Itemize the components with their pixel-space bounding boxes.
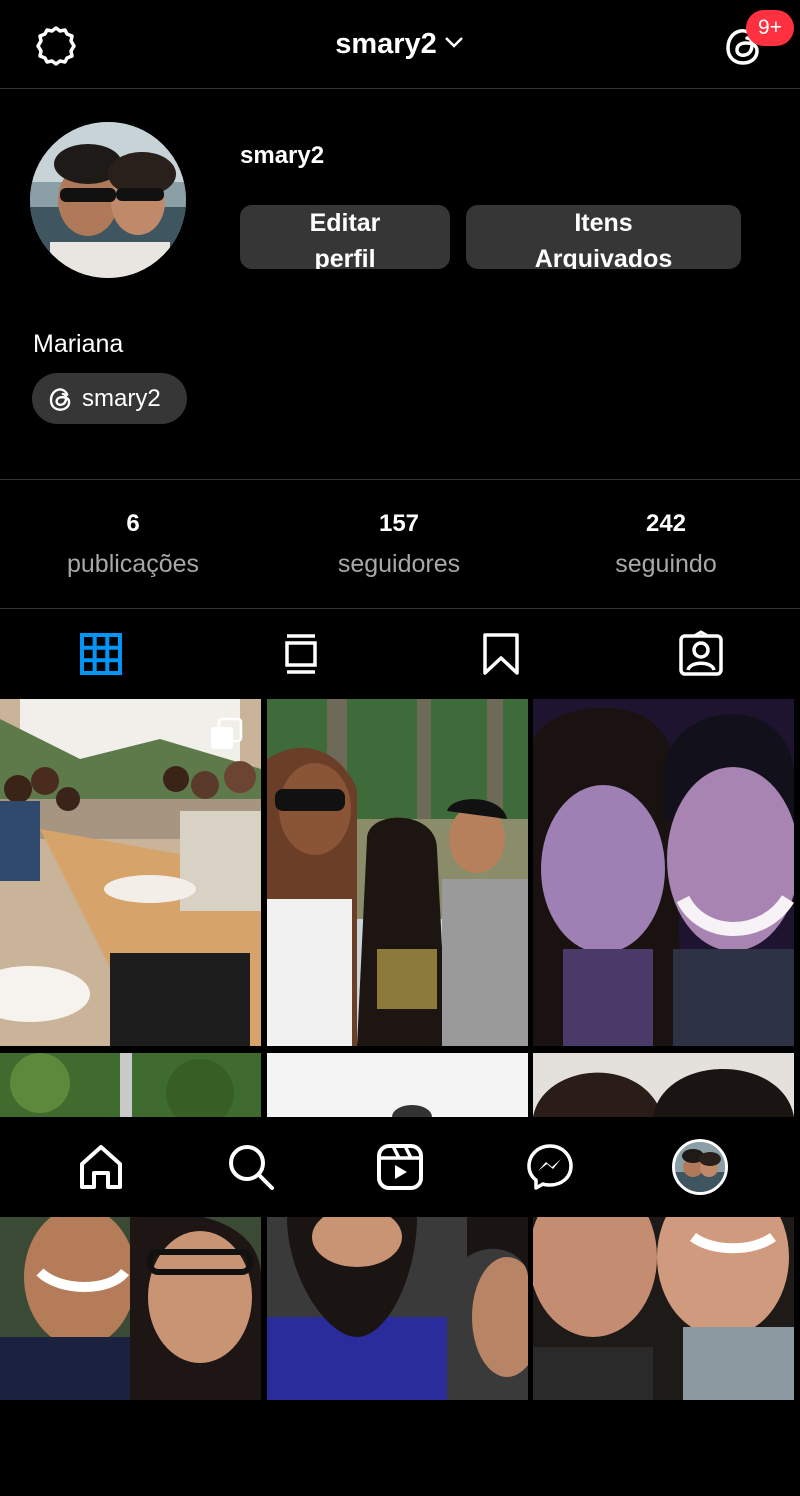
threads-profile-link[interactable]: smary2 bbox=[32, 373, 187, 424]
reels-icon[interactable] bbox=[375, 1142, 425, 1192]
edit-profile-label-1: Editar bbox=[309, 209, 381, 237]
post-thumbnail[interactable] bbox=[533, 699, 794, 1046]
post-thumbnail[interactable] bbox=[267, 699, 528, 1046]
archive-label-2: Arquivados bbox=[534, 245, 673, 269]
post-thumbnail[interactable] bbox=[267, 1217, 528, 1400]
archive-label-1: Itens bbox=[574, 209, 633, 237]
threads-icon bbox=[49, 387, 71, 411]
post-photo bbox=[267, 699, 528, 1046]
post-thumbnail[interactable] bbox=[533, 1217, 794, 1400]
profile-username: smary2 bbox=[240, 142, 325, 169]
profile-photo bbox=[675, 1142, 725, 1192]
post-photo bbox=[0, 699, 261, 1046]
following-label: seguindo bbox=[615, 550, 717, 578]
bookmark-icon[interactable] bbox=[477, 630, 525, 678]
edit-profile-label-2: perfil bbox=[314, 245, 376, 269]
bottom-navigation bbox=[0, 1117, 800, 1217]
profile-photo bbox=[30, 122, 186, 278]
divider bbox=[0, 479, 800, 480]
post-photo bbox=[533, 699, 794, 1046]
username-switcher[interactable]: smary2 bbox=[0, 28, 800, 61]
post-photo bbox=[533, 1217, 794, 1400]
edit-profile-button[interactable]: Editar perfil bbox=[240, 205, 450, 269]
post-thumbnail[interactable] bbox=[267, 1053, 528, 1117]
threads-handle: smary2 bbox=[82, 384, 161, 412]
grid-icon[interactable] bbox=[77, 630, 125, 678]
posts-count: 6 bbox=[126, 510, 140, 537]
messenger-icon[interactable] bbox=[525, 1142, 575, 1192]
post-thumbnail[interactable] bbox=[0, 699, 261, 1046]
tagged-icon[interactable] bbox=[677, 630, 725, 678]
chevron-down-icon bbox=[444, 37, 463, 49]
post-thumbnail[interactable] bbox=[533, 1053, 794, 1117]
post-photo bbox=[0, 1217, 261, 1400]
top-bar: smary2 9+ bbox=[0, 0, 800, 89]
post-photo bbox=[0, 1053, 261, 1117]
followers-count: 157 bbox=[378, 510, 420, 537]
post-photo bbox=[533, 1053, 794, 1117]
posts-label: publicações bbox=[66, 550, 200, 578]
profile-avatar[interactable] bbox=[30, 122, 186, 278]
header-username: smary2 bbox=[335, 28, 437, 60]
stat-following[interactable]: 242 seguindo bbox=[533, 510, 799, 579]
notification-badge: 9+ bbox=[746, 10, 794, 46]
stat-followers[interactable]: 157 seguidores bbox=[266, 510, 532, 579]
post-photo bbox=[267, 1053, 528, 1117]
profile-full-name: Mariana bbox=[33, 330, 124, 358]
post-thumbnail[interactable] bbox=[0, 1053, 261, 1117]
post-photo bbox=[267, 1217, 528, 1400]
divider bbox=[0, 608, 800, 609]
multiple-photos-icon bbox=[211, 717, 243, 749]
home-icon[interactable] bbox=[76, 1142, 126, 1192]
post-thumbnail[interactable] bbox=[0, 1217, 261, 1400]
following-count: 242 bbox=[645, 510, 687, 537]
search-icon[interactable] bbox=[226, 1142, 276, 1192]
reels-feed-icon[interactable] bbox=[277, 630, 325, 678]
stat-posts: 6 publicações bbox=[0, 510, 266, 579]
profile-avatar[interactable] bbox=[672, 1139, 728, 1195]
followers-label: seguidores bbox=[337, 550, 461, 578]
archived-items-button[interactable]: Itens Arquivados bbox=[466, 205, 741, 269]
